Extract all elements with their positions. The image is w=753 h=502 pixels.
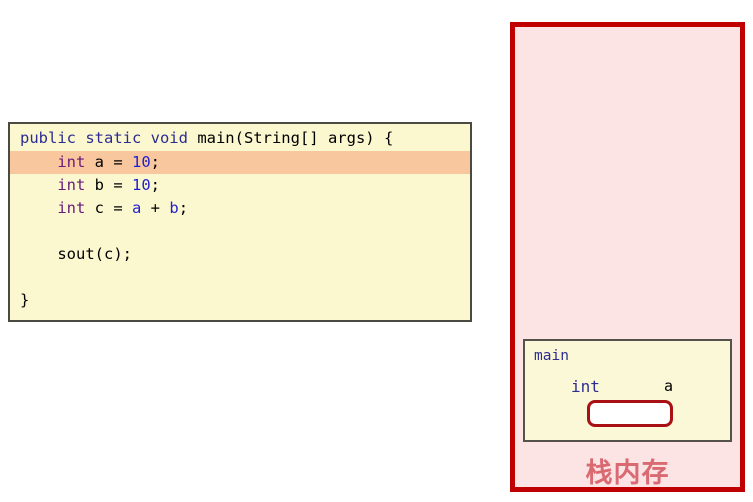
stack-memory-title: 栈内存 xyxy=(585,458,670,489)
code-token: int xyxy=(57,176,86,194)
code-token: ; xyxy=(178,199,189,217)
stack-memory-panel: main int a 栈内存 xyxy=(510,22,745,492)
code-token: } xyxy=(20,291,30,309)
variable-value-box xyxy=(587,400,673,427)
code-token: a = xyxy=(85,153,132,171)
code-line: } xyxy=(10,289,470,312)
code-token: ; xyxy=(150,153,161,171)
code-token: 10 xyxy=(132,153,151,171)
code-token: + xyxy=(141,199,170,217)
variable-name-label: a xyxy=(664,377,674,395)
stack-frame-label: main xyxy=(534,348,569,364)
code-line: int b = 10; xyxy=(10,174,470,197)
code-line: int c = a + b; xyxy=(10,197,470,220)
code-token: int xyxy=(57,153,86,171)
code-token: b xyxy=(169,199,179,217)
code-token: public static void xyxy=(20,129,198,147)
code-token: c = xyxy=(85,199,132,217)
code-token: b = xyxy=(85,176,132,194)
code-token: a xyxy=(132,199,142,217)
variable-type-label: int xyxy=(571,377,600,396)
code-line: sout(c); xyxy=(10,243,470,266)
code-token: ; xyxy=(150,176,161,194)
code-line: int a = 10; xyxy=(10,151,470,174)
code-token: main(String[] args) { xyxy=(197,129,394,147)
code-editor-block: public static void main(String[] args) {… xyxy=(8,122,472,322)
stack-frame-main: main int a xyxy=(523,339,732,442)
code-token: 10 xyxy=(132,176,151,194)
code-token: sout(c); xyxy=(20,245,132,263)
code-line: public static void main(String[] args) { xyxy=(10,124,470,151)
code-token: int xyxy=(57,199,86,217)
